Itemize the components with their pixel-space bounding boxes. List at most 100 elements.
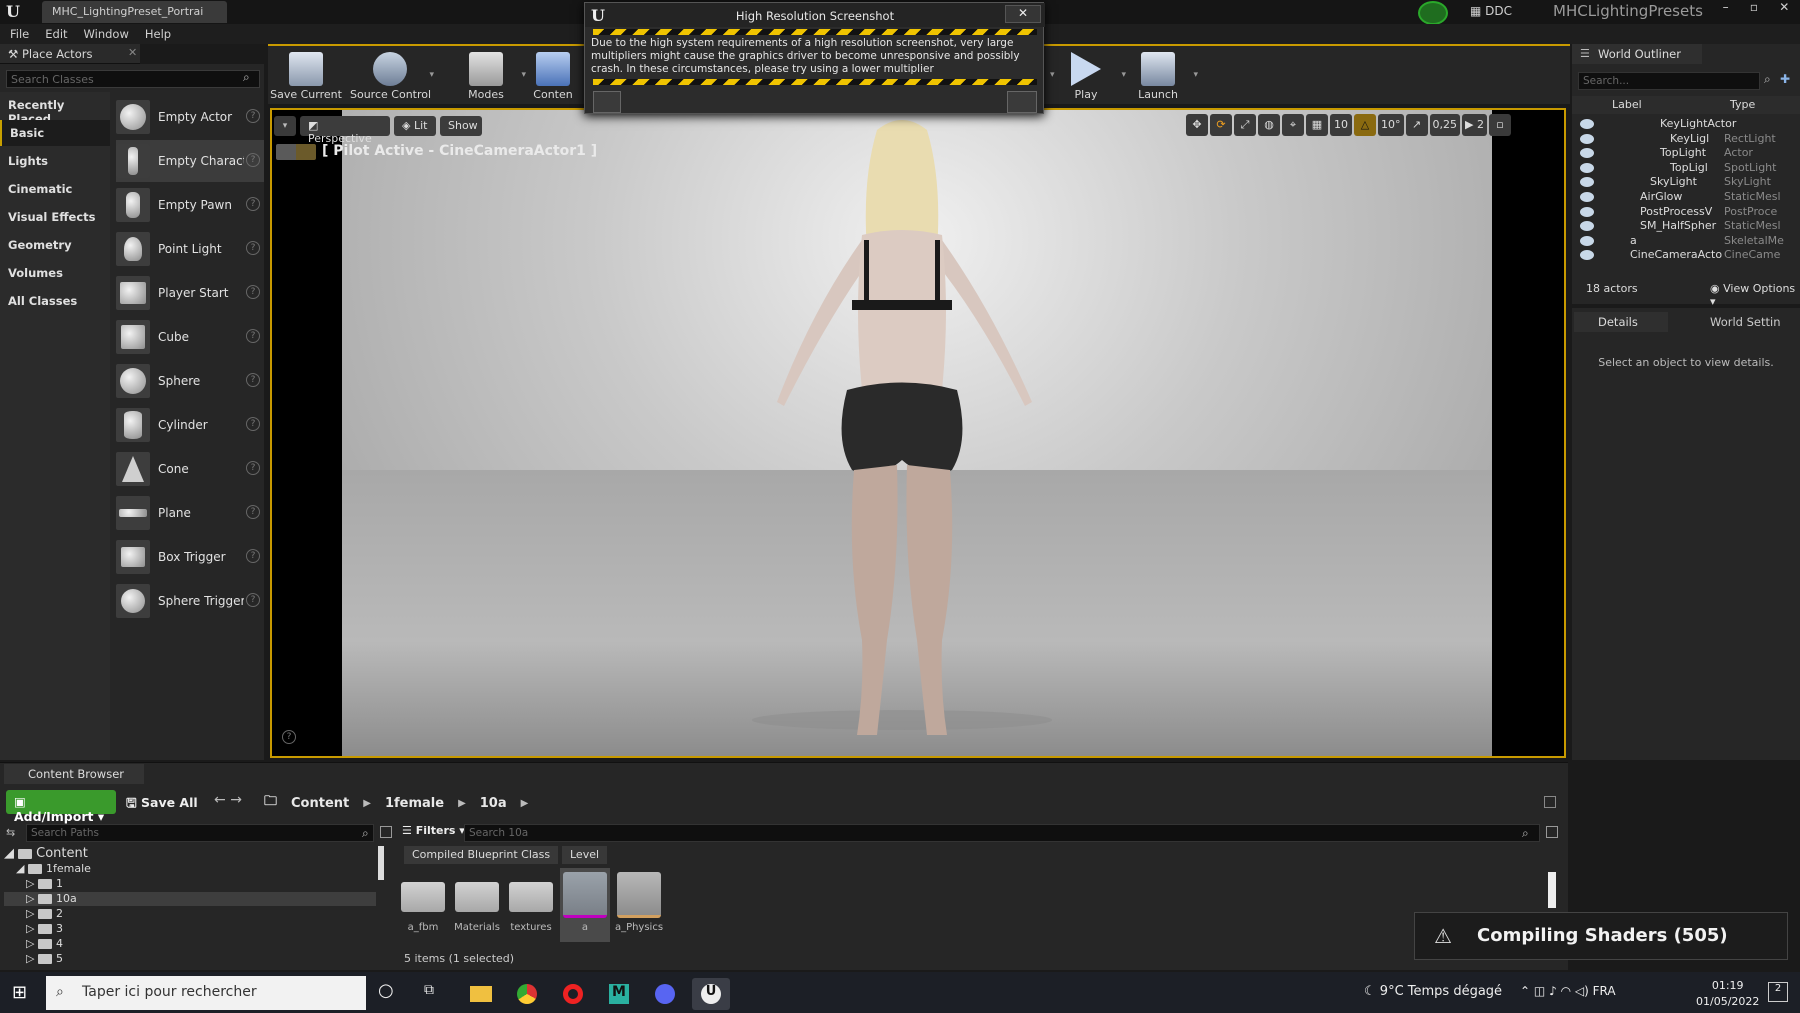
chevron-right-icon[interactable]: ▶ bbox=[363, 798, 371, 809]
search-classes-input[interactable]: Search Classes bbox=[6, 70, 260, 88]
place-actors-tab[interactable]: ⚒ Place Actors bbox=[0, 44, 140, 64]
mixamo-icon[interactable]: M bbox=[600, 978, 638, 1010]
visibility-eye-icon[interactable] bbox=[1580, 177, 1594, 188]
cortana-icon[interactable]: ○ bbox=[378, 980, 394, 1001]
actor-cube[interactable]: Cube? bbox=[116, 316, 264, 358]
asset-a-selected[interactable]: a bbox=[560, 868, 610, 942]
column-label[interactable]: Label bbox=[1612, 98, 1642, 111]
perspective-button[interactable]: ◩ Perspective bbox=[300, 116, 390, 145]
search-icon[interactable]: ⌕ bbox=[243, 70, 259, 86]
tree-item-2[interactable]: ▷ 2 bbox=[4, 907, 376, 921]
help-icon[interactable]: ? bbox=[246, 285, 260, 299]
lock-icon[interactable] bbox=[1544, 796, 1556, 808]
help-icon[interactable]: ? bbox=[246, 241, 260, 255]
help-icon[interactable]: ? bbox=[246, 505, 260, 519]
pilot-eject-icon[interactable] bbox=[276, 144, 316, 160]
category-volumes[interactable]: Volumes bbox=[0, 260, 110, 286]
wifi-icon[interactable]: ◠ bbox=[1561, 984, 1571, 998]
back-arrow-icon[interactable]: ← bbox=[214, 792, 226, 808]
grid-snap-value[interactable]: 10 bbox=[1330, 114, 1352, 136]
visibility-eye-icon[interactable] bbox=[1580, 119, 1594, 129]
microphone-icon[interactable]: ♪ bbox=[1549, 984, 1557, 998]
document-tab[interactable]: MHC_LightingPreset_Portrai bbox=[42, 1, 227, 23]
breadcrumb-1female[interactable]: 1female bbox=[385, 796, 444, 811]
chrome-icon[interactable] bbox=[508, 978, 546, 1010]
menu-help[interactable]: Help bbox=[145, 27, 171, 41]
camera-speed-button[interactable]: ▶ 2 bbox=[1462, 114, 1487, 136]
chevron-right-icon[interactable]: ▶ bbox=[521, 798, 529, 809]
chevron-down-icon[interactable]: ▾ bbox=[1050, 70, 1055, 80]
help-icon[interactable]: ? bbox=[246, 153, 260, 167]
filters-button[interactable]: ☰ Filters ▾ bbox=[402, 824, 465, 837]
asset-search-input[interactable]: Search 10a bbox=[464, 824, 1540, 842]
view-options-button[interactable]: ◉ View Options ▾ bbox=[1710, 282, 1800, 308]
breadcrumb-10a[interactable]: 10a bbox=[480, 796, 507, 811]
help-icon[interactable]: ? bbox=[246, 417, 260, 431]
capture-screenshot-button[interactable] bbox=[1007, 91, 1037, 113]
close-icon[interactable]: ✕ bbox=[1005, 5, 1041, 23]
source-control-button[interactable]: Source Control ▾ bbox=[350, 50, 434, 104]
task-view-icon[interactable]: ⧉ bbox=[424, 982, 434, 998]
tree-item-10a[interactable]: ▷ 10a bbox=[4, 892, 376, 906]
actor-point-light[interactable]: Point Light? bbox=[116, 228, 264, 270]
help-icon[interactable]: ? bbox=[246, 373, 260, 387]
add-import-button[interactable]: ▣ Add/Import ▾ bbox=[6, 790, 116, 824]
chevron-down-icon[interactable]: ▾ bbox=[429, 70, 434, 80]
visibility-eye-icon[interactable] bbox=[1580, 250, 1594, 261]
notification-center-icon[interactable]: 2 bbox=[1768, 982, 1788, 1002]
language-indicator[interactable]: FRA bbox=[1593, 984, 1616, 998]
lit-button[interactable]: ◈ Lit bbox=[394, 116, 436, 136]
visibility-eye-icon[interactable] bbox=[1580, 148, 1594, 159]
chevron-down-icon[interactable]: ▾ bbox=[1193, 70, 1198, 80]
play-button[interactable]: Play ▾ bbox=[1050, 50, 1126, 104]
show-button[interactable]: Show bbox=[440, 116, 482, 136]
actor-box-trigger[interactable]: Box Trigger? bbox=[116, 536, 264, 578]
minimize-icon[interactable]: – bbox=[1723, 0, 1729, 18]
actor-sphere-trigger[interactable]: Sphere Trigger? bbox=[116, 580, 264, 622]
asset-a-physics[interactable]: a_Physics bbox=[614, 872, 664, 933]
help-icon[interactable]: ? bbox=[282, 730, 296, 744]
chevron-up-icon[interactable]: ⌃ bbox=[1520, 984, 1530, 998]
actor-empty-pawn[interactable]: Empty Pawn? bbox=[116, 184, 264, 226]
tree-item-4[interactable]: ▷ 4 bbox=[4, 937, 376, 951]
visibility-eye-icon[interactable] bbox=[1580, 133, 1594, 144]
visibility-eye-icon[interactable] bbox=[1580, 192, 1594, 202]
chevron-down-icon[interactable]: ▾ bbox=[521, 70, 526, 80]
rotate-icon[interactable]: ⟳ bbox=[1210, 114, 1232, 136]
tree-item-1[interactable]: ▷ 1 bbox=[4, 877, 376, 891]
save-search-icon[interactable] bbox=[1546, 826, 1558, 838]
save-all-button[interactable]: 🖫 Save All bbox=[126, 790, 206, 814]
menu-window[interactable]: Window bbox=[84, 27, 129, 41]
category-visual-effects[interactable]: Visual Effects bbox=[0, 204, 110, 230]
world-local-icon[interactable]: ◍ bbox=[1258, 114, 1280, 136]
sources-toggle-icon[interactable]: ⇆ bbox=[6, 826, 15, 839]
clock[interactable]: 01:19 01/05/2022 bbox=[1696, 978, 1759, 1010]
category-all-classes[interactable]: All Classes bbox=[0, 288, 110, 314]
scale-snap-value[interactable]: 0,25 bbox=[1429, 114, 1460, 136]
grid-snap-icon[interactable]: ▦ bbox=[1306, 114, 1328, 136]
actor-sphere[interactable]: Sphere? bbox=[116, 360, 264, 402]
scale-icon[interactable]: ⤢ bbox=[1234, 114, 1256, 136]
launch-button[interactable]: Launch ▾ bbox=[1122, 50, 1198, 104]
tree-scrollbar[interactable] bbox=[378, 846, 384, 880]
search-paths-input[interactable]: Search Paths bbox=[26, 824, 374, 842]
asset-textures[interactable]: textures bbox=[506, 872, 556, 933]
visibility-eye-icon[interactable] bbox=[1580, 235, 1594, 246]
category-cinematic[interactable]: Cinematic bbox=[0, 176, 110, 202]
actor-plane[interactable]: Plane? bbox=[116, 492, 264, 534]
actor-cone[interactable]: Cone? bbox=[116, 448, 264, 490]
save-current-button[interactable]: Save Current bbox=[270, 50, 342, 104]
search-icon[interactable]: ⌕ bbox=[1764, 72, 1771, 87]
viewport-options-button[interactable]: ▾ bbox=[274, 116, 296, 136]
outliner-search-input[interactable]: Search... bbox=[1578, 72, 1760, 90]
visibility-eye-icon[interactable] bbox=[1580, 162, 1594, 173]
forward-arrow-icon[interactable]: → bbox=[230, 792, 242, 808]
rotation-snap-value[interactable]: 10° bbox=[1378, 114, 1404, 136]
help-icon[interactable]: ? bbox=[246, 197, 260, 211]
help-icon[interactable]: ? bbox=[246, 329, 260, 343]
category-geometry[interactable]: Geometry bbox=[0, 232, 110, 258]
ddc-indicator[interactable]: ▦ DDC bbox=[1470, 4, 1512, 18]
asset-materials[interactable]: Materials bbox=[452, 872, 502, 933]
visibility-eye-icon[interactable] bbox=[1580, 221, 1594, 232]
add-folder-icon[interactable]: ✚ bbox=[1780, 72, 1790, 86]
